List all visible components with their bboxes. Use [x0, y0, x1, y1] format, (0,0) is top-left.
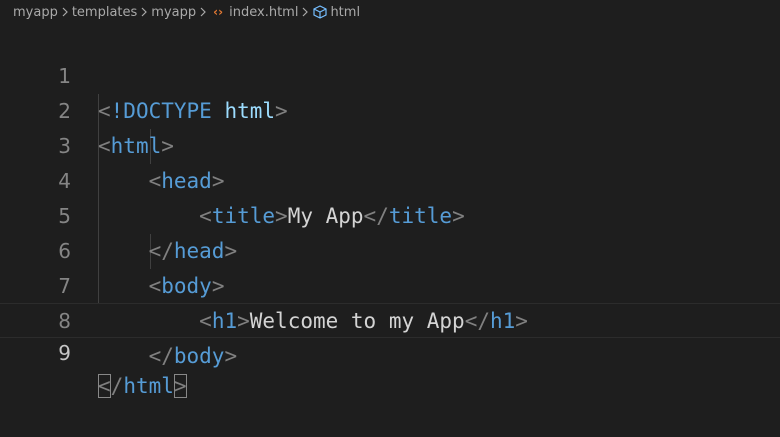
code-line[interactable]: 5 </head> — [0, 164, 780, 263]
code-content: </body> — [148, 344, 238, 368]
matching-bracket: > — [173, 374, 187, 398]
chevron-right-icon — [58, 5, 72, 20]
breadcrumb-item-myapp-sub[interactable]: myapp — [151, 5, 196, 20]
matching-bracket: < — [98, 374, 111, 398]
breadcrumb-item-templates[interactable]: templates — [72, 5, 137, 20]
line-number: 9 — [58, 341, 71, 365]
code-line[interactable]: 8 </body> — [0, 269, 780, 368]
code-line[interactable]: 3 <head> — [0, 94, 780, 193]
code-editor[interactable]: 1 <!DOCTYPE html> 2 <html> 3 <head> 4 <t… — [0, 24, 780, 437]
code-line-current[interactable]: 9 </html> — [0, 303, 780, 398]
chevron-right-icon — [137, 5, 151, 20]
code-content: </html> — [98, 374, 187, 398]
breadcrumb: myapp templates myapp ‹› index.html html — [0, 0, 780, 24]
code-line[interactable]: 7 <h1>Welcome to my App</h1> — [0, 234, 780, 333]
code-line[interactable]: 4 <title>My App</title> — [0, 129, 780, 228]
breadcrumb-item-file[interactable]: index.html — [229, 5, 298, 20]
symbol-element-icon — [312, 5, 328, 19]
html-file-icon: ‹› — [213, 5, 224, 19]
breadcrumb-item-symbol[interactable]: html — [330, 5, 360, 20]
chevron-right-icon — [196, 5, 210, 20]
breadcrumb-item-myapp[interactable]: myapp — [13, 5, 58, 20]
code-line[interactable]: 1 <!DOCTYPE html> — [0, 24, 780, 123]
code-line[interactable]: 6 <body> — [0, 199, 780, 298]
chevron-right-icon — [298, 5, 312, 20]
code-line[interactable]: 2 <html> — [0, 59, 780, 158]
